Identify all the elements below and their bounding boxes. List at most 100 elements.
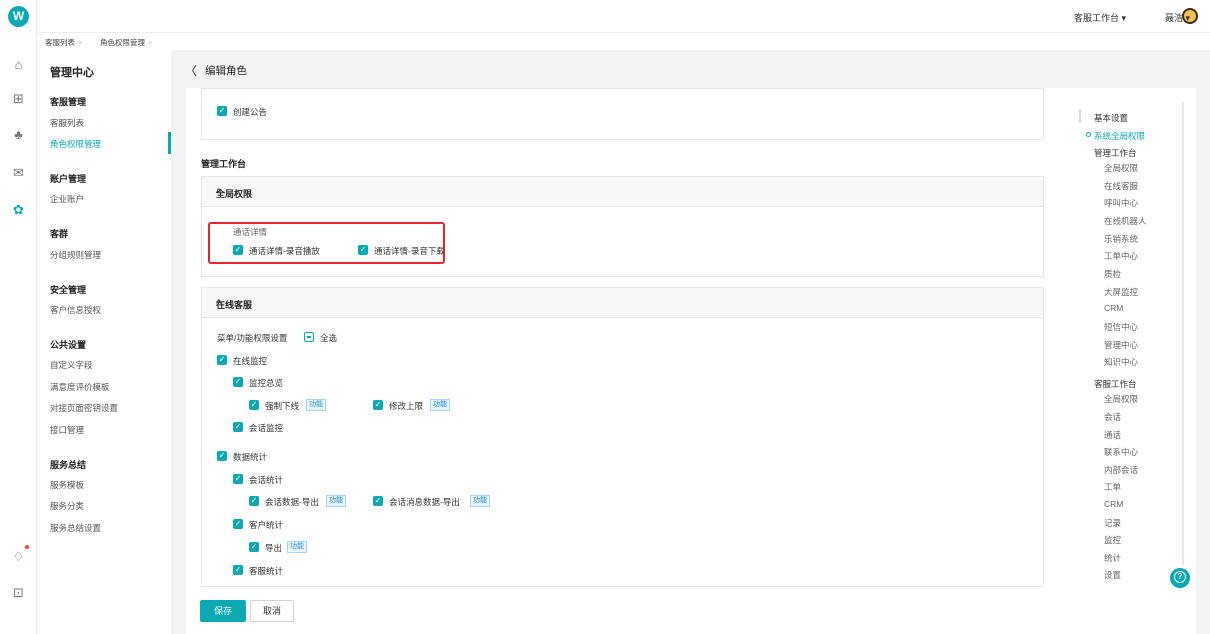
- customer-stats-label: 客户统计: [249, 520, 284, 530]
- mail-icon[interactable]: ✉: [0, 164, 37, 182]
- checkbox-data-stats[interactable]: ✓: [217, 451, 227, 461]
- anchor-item[interactable]: 工单: [1104, 481, 1121, 493]
- sidebar-group-head: 服务总结: [50, 460, 87, 470]
- sidebar-item-enterprise-account[interactable]: 企业账户: [50, 193, 84, 205]
- anchor-item[interactable]: 会话: [1104, 411, 1121, 423]
- anchor-item[interactable]: 系统全局权限: [1094, 130, 1145, 142]
- sidebar: 管理中心 客服管理 客服列表 角色权限管理 账户管理 企业账户 客群 分组规则管…: [37, 50, 171, 634]
- user-menu[interactable]: 聂浩 ▾: [1165, 11, 1190, 24]
- anchor-item[interactable]: 全局权限: [1104, 162, 1138, 174]
- active-anchor-dot: [1086, 132, 1091, 137]
- anchor-item[interactable]: 设置: [1104, 569, 1121, 581]
- save-button[interactable]: 保存: [200, 600, 246, 622]
- download-icon[interactable]: ⊡: [0, 584, 37, 602]
- anchor-item[interactable]: 统计: [1104, 552, 1121, 564]
- select-all-checkbox[interactable]: [304, 332, 314, 342]
- tab-strip: 客服列表 × 角色权限管理 ×: [37, 32, 1210, 50]
- form-footer: 保存 取消: [186, 590, 1196, 634]
- select-all-label: 全选: [320, 333, 338, 343]
- logo-icon[interactable]: W: [8, 6, 29, 27]
- anchor-item[interactable]: 记录: [1104, 517, 1121, 529]
- global-permission-header[interactable]: 全局权限 ^: [202, 177, 1043, 207]
- checkbox-modify-limit[interactable]: ✓: [373, 400, 383, 410]
- anchor-nav: 基本设置 系统全局权限 管理工作台 全局权限 在线客服 呼叫中心 在线机器人 乐…: [1079, 88, 1196, 613]
- sidebar-item-customer-service-list[interactable]: 客服列表: [50, 117, 84, 129]
- collapse-icon[interactable]: ^: [216, 298, 1027, 308]
- cancel-button[interactable]: 取消: [250, 600, 294, 622]
- anchor-item[interactable]: 大屏监控: [1104, 286, 1138, 298]
- checkbox-agent-stats[interactable]: ✓: [233, 565, 243, 575]
- checkbox-session-monitor[interactable]: ✓: [233, 422, 243, 432]
- anchor-item[interactable]: 短信中心: [1104, 321, 1138, 333]
- sidebar-group-head: 安全管理: [50, 285, 87, 295]
- tab-role-permission[interactable]: 角色权限管理 ×: [100, 37, 152, 48]
- anchor-item[interactable]: 客服工作台: [1094, 378, 1137, 390]
- sidebar-item-group-rules[interactable]: 分组规则管理: [50, 249, 101, 261]
- anchor-item[interactable]: 内部会话: [1104, 464, 1138, 476]
- sidebar-item-page-key[interactable]: 对接页面密钥设置: [50, 402, 118, 414]
- anchor-item[interactable]: 监控: [1104, 534, 1121, 546]
- close-icon[interactable]: ×: [148, 38, 152, 47]
- sidebar-item-service-template[interactable]: 服务模板: [50, 479, 84, 491]
- tab-customer-service-list[interactable]: 客服列表 ×: [45, 37, 82, 48]
- anchor-item[interactable]: 工单中心: [1104, 250, 1138, 262]
- sidebar-item-summary-settings[interactable]: 服务总结设置: [50, 522, 101, 534]
- checkbox-session-stats[interactable]: ✓: [233, 474, 243, 484]
- anchor-item[interactable]: 管理工作台: [1094, 147, 1137, 159]
- anchor-item[interactable]: CRM: [1104, 499, 1123, 509]
- anchor-item[interactable]: 在线客服: [1104, 180, 1138, 192]
- apps-icon[interactable]: ⊞: [0, 90, 37, 108]
- sidebar-title: 管理中心: [50, 67, 94, 79]
- checkbox-session-export[interactable]: ✓: [249, 496, 259, 506]
- sidebar-item-service-category[interactable]: 服务分类: [50, 500, 84, 512]
- home-icon[interactable]: ⌂: [0, 56, 37, 74]
- modify-limit-label: 修改上限: [389, 401, 424, 411]
- sidebar-item-api[interactable]: 接口管理: [50, 424, 84, 436]
- anchor-item[interactable]: 知识中心: [1104, 356, 1138, 368]
- scroll-track[interactable]: [1182, 102, 1184, 572]
- section-title: 管理工作台: [201, 159, 247, 169]
- anchor-item[interactable]: 乐销系统: [1104, 233, 1138, 245]
- notice-box: ✓ 创建公告: [201, 88, 1044, 140]
- back-icon[interactable]: 〈: [185, 62, 197, 79]
- checkbox-monitor-overview[interactable]: ✓: [233, 377, 243, 387]
- checkbox-customer-export[interactable]: ✓: [249, 542, 259, 552]
- message-export-label: 会话消息数据-导出: [389, 497, 460, 507]
- function-tag: 功能: [430, 399, 450, 411]
- agent-stats-label: 客服统计: [249, 566, 284, 576]
- online-monitor-label: 在线监控: [233, 356, 268, 366]
- gear-icon[interactable]: ✿: [0, 201, 37, 219]
- anchor-item[interactable]: 全局权限: [1104, 393, 1138, 405]
- workspace-switcher[interactable]: 客服工作台 ▾: [1074, 11, 1126, 24]
- anchor-item[interactable]: 基本设置: [1094, 112, 1128, 124]
- checkbox-customer-stats[interactable]: ✓: [233, 519, 243, 529]
- close-icon[interactable]: ×: [78, 38, 82, 47]
- people-icon[interactable]: ♣: [0, 126, 37, 144]
- checkbox-create-notice[interactable]: ✓: [217, 106, 227, 116]
- anchor-item[interactable]: 通话: [1104, 429, 1121, 441]
- anchor-item[interactable]: CRM: [1104, 303, 1123, 313]
- main-area: 〈 编辑角色 ✓ 创建公告 管理工作台 全局权限 ^ 通话详情 ✓ 通话详情-录…: [171, 50, 1210, 634]
- sidebar-item-customer-auth[interactable]: 客户信息授权: [50, 304, 101, 316]
- anchor-item[interactable]: 呼叫中心: [1104, 197, 1138, 209]
- checkbox-message-export[interactable]: ✓: [373, 496, 383, 506]
- checkbox-force-offline[interactable]: ✓: [249, 400, 259, 410]
- sidebar-group-head: 账户管理: [50, 174, 87, 184]
- online-service-box: 在线客服 ^ 菜单/功能权限设置 全选 ✓ 在线监控 ✓ 监控总览 ✓ 强制下线…: [201, 287, 1044, 587]
- collapse-icon[interactable]: ^: [216, 187, 1027, 197]
- anchor-item[interactable]: 质检: [1104, 268, 1121, 280]
- anchor-item[interactable]: 管理中心: [1104, 339, 1138, 351]
- sidebar-item-satisfaction-template[interactable]: 满意度评价模板: [50, 381, 110, 393]
- sidebar-item-role-permission[interactable]: 角色权限管理: [50, 138, 101, 150]
- help-button[interactable]: ?: [1167, 565, 1193, 591]
- anchor-item[interactable]: 在线机器人: [1104, 215, 1147, 227]
- online-service-header[interactable]: 在线客服 ^: [202, 288, 1043, 318]
- menu-permission-label: 菜单/功能权限设置: [217, 333, 288, 343]
- session-stats-label: 会话统计: [249, 475, 284, 485]
- bell-icon[interactable]: ♢: [0, 548, 37, 566]
- anchor-item[interactable]: 联系中心: [1104, 446, 1138, 458]
- sidebar-item-custom-fields[interactable]: 自定义字段: [50, 359, 93, 371]
- checkbox-online-monitor[interactable]: ✓: [217, 355, 227, 365]
- question-icon: ?: [1174, 571, 1186, 583]
- content-panel: ✓ 创建公告 管理工作台 全局权限 ^ 通话详情 ✓ 通话详情-录音播放 ✓ 通…: [186, 88, 1196, 613]
